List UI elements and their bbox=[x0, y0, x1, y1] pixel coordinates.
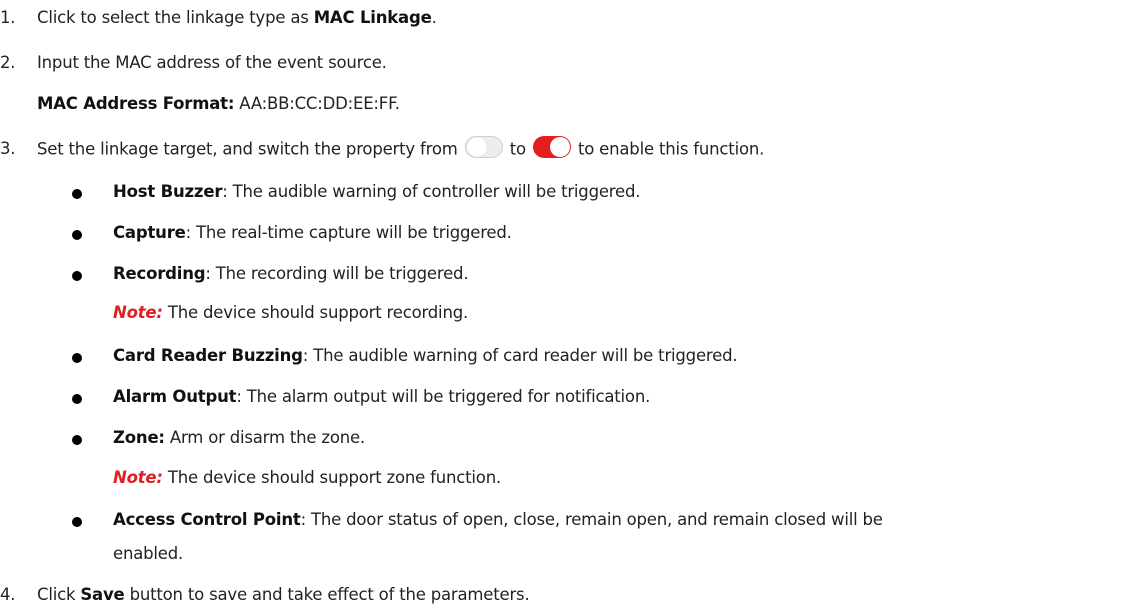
step-text: Click to select the linkage type as bbox=[37, 8, 314, 27]
note-label: Note: bbox=[113, 303, 163, 322]
mac-format-value: AA:BB:CC:DD:EE:FF. bbox=[234, 94, 400, 113]
save-label: Save bbox=[80, 585, 125, 604]
step-number: 3. bbox=[0, 139, 16, 158]
mac-format-label: MAC Address Format: bbox=[37, 94, 235, 113]
step-text: Input the MAC address of the event sourc… bbox=[37, 53, 387, 72]
toggle-off-icon bbox=[464, 136, 503, 158]
bullet-icon bbox=[72, 394, 82, 404]
step-text: Set the linkage target, and switch the p… bbox=[37, 139, 458, 159]
step-number: 2. bbox=[0, 53, 16, 72]
bullet-icon bbox=[72, 189, 82, 199]
toggle-on-icon bbox=[532, 136, 571, 158]
bullet-icon bbox=[72, 435, 82, 445]
bullet-icon bbox=[72, 517, 82, 527]
step-number: 4. bbox=[0, 585, 16, 604]
linkage-type-name: MAC Linkage bbox=[313, 8, 432, 27]
bullet-icon bbox=[72, 230, 82, 240]
bullet-icon bbox=[72, 353, 82, 363]
step-number: 1. bbox=[0, 8, 16, 27]
note-label: Note: bbox=[113, 468, 163, 487]
bullet-icon bbox=[72, 271, 82, 281]
